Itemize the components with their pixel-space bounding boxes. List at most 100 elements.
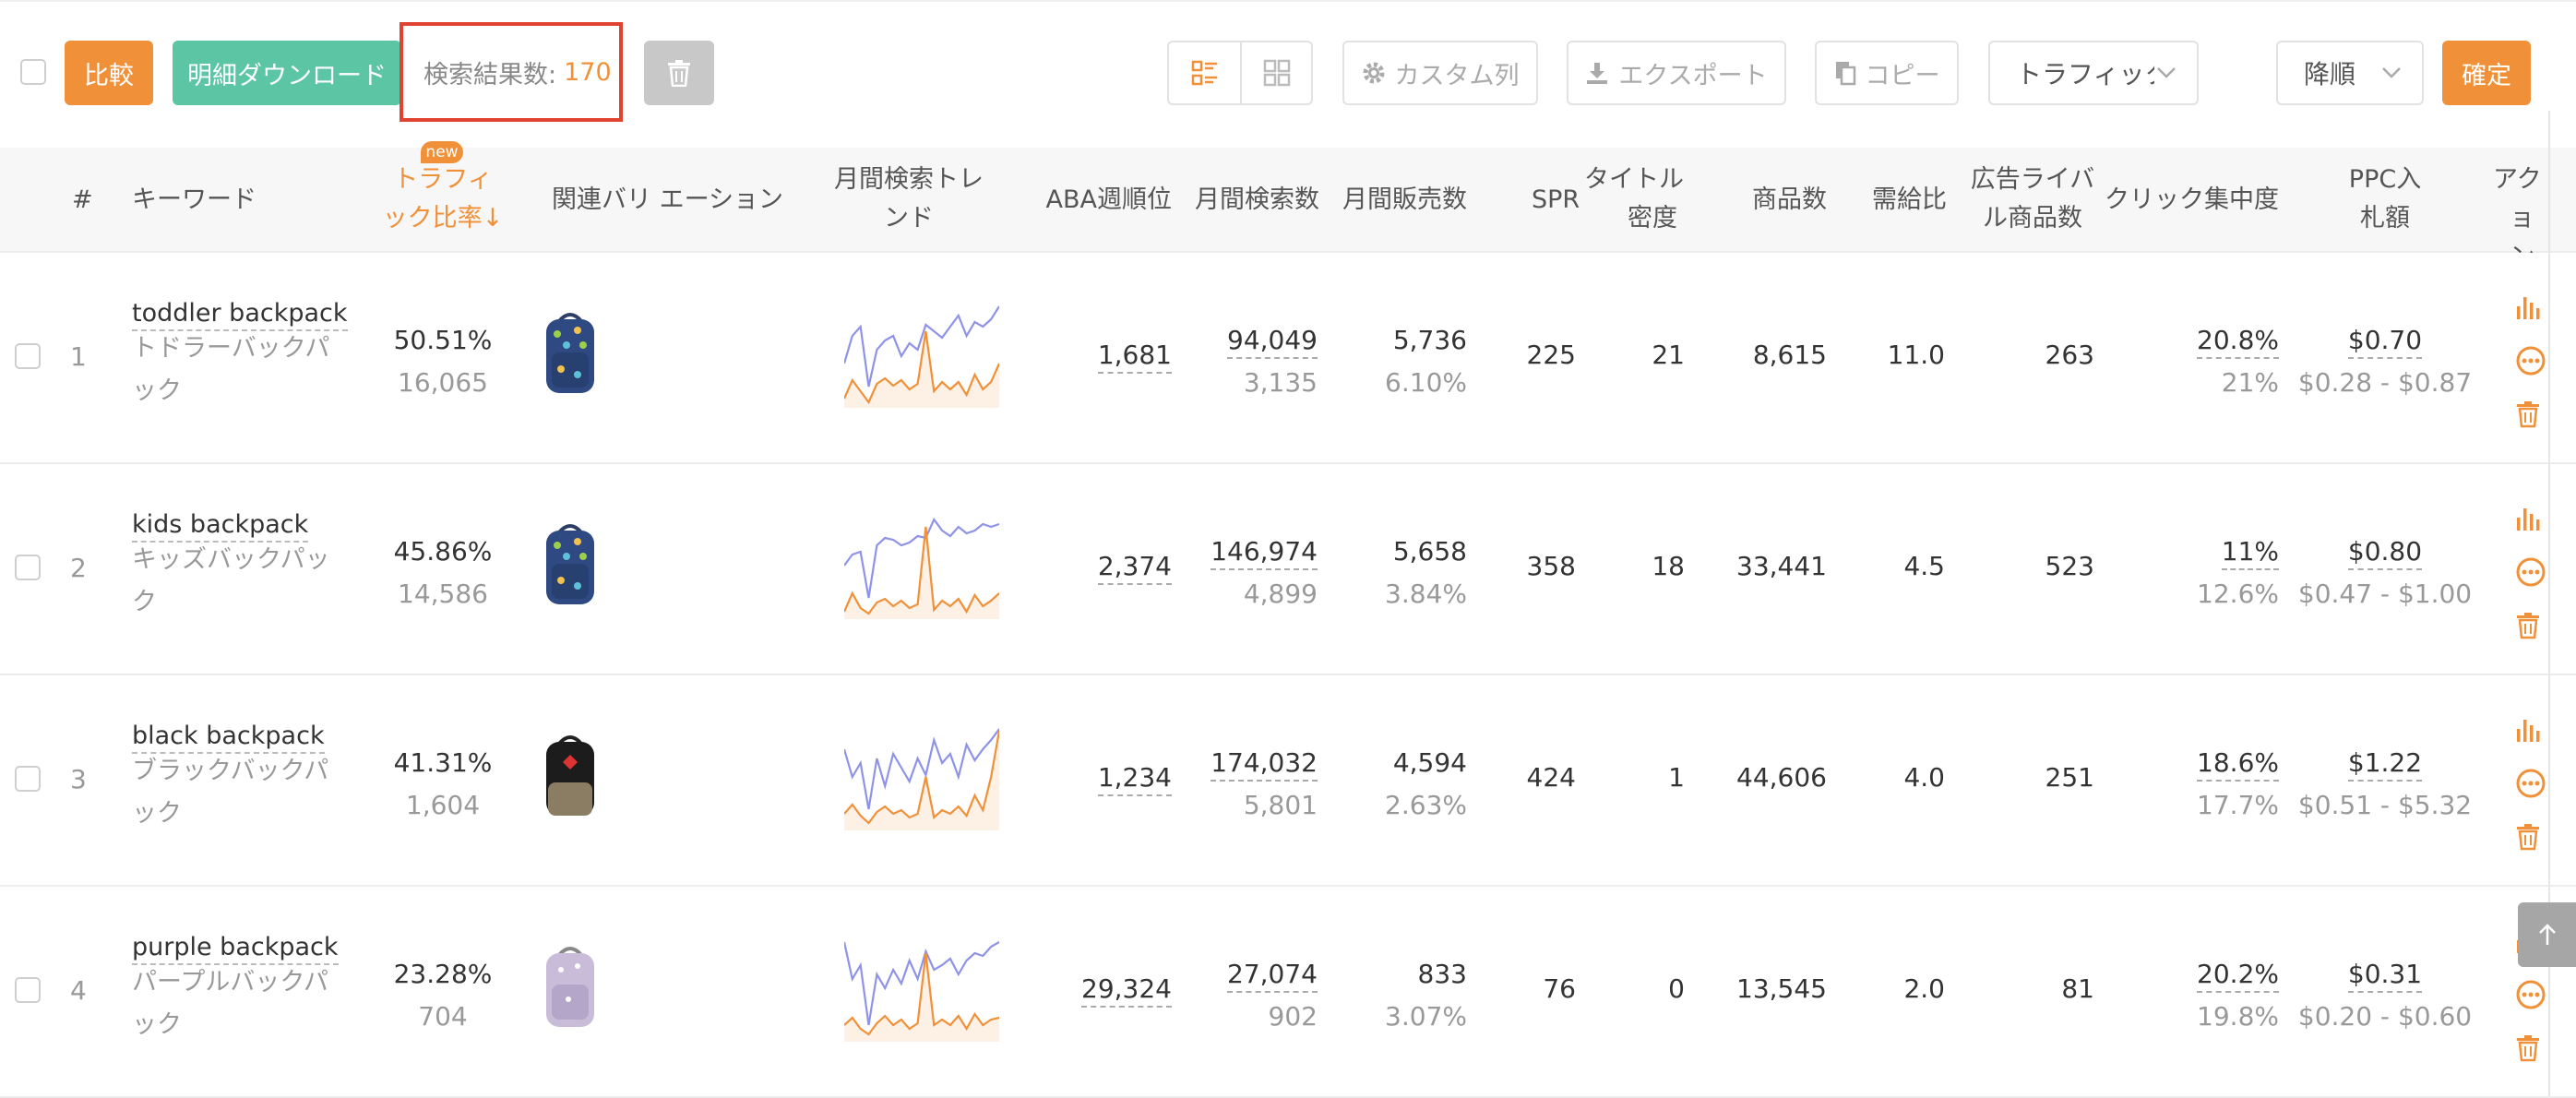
monthly-search-cell: 94,049 3,135 [1181,319,1318,404]
header-spr[interactable]: SPR [1532,181,1580,220]
more-icon[interactable] [2515,979,2546,1010]
click-concentration-value[interactable]: 11% [2221,536,2279,570]
traffic-ratio-value: 41.31% [393,747,493,778]
aba-rank-link[interactable]: 29,324 [1081,973,1172,1008]
product-count-value: 8,615 [1752,340,1827,370]
monthly-search-value[interactable]: 174,032 [1210,747,1318,782]
sort-field-select[interactable]: トラフィック比 [1988,41,2199,105]
monthly-sales-value: 833 [1417,959,1467,989]
header-product-count[interactable]: 商品数 [1735,181,1827,220]
keyword-cell: black backpack ブラックバックパック [132,720,353,835]
header-ppc-line1: PPC入 [2348,165,2422,194]
header-traffic-ratio[interactable]: トラフィ ック比率↓ [378,161,507,238]
table-row[interactable]: 1 toddler backpack トドラーバックパック 50.51% 16,… [0,253,2576,464]
keyword-en-link[interactable]: purple backpack [132,933,339,965]
supply-demand-value: 11.0 [1887,340,1945,370]
ppc-value[interactable]: $0.70 [2347,325,2423,359]
ppc-cell: $1.22 $0.51 - $5.32 [2288,742,2482,827]
trash-icon[interactable] [2515,1034,2541,1062]
traffic-ratio-sub: 16,065 [398,367,488,398]
export-button[interactable]: エクスポート [1567,41,1786,105]
keyword-jp: ブラックバックパック [132,757,329,828]
keyword-en-link[interactable]: black backpack [132,722,325,754]
custom-columns-button[interactable]: カスタム列 [1342,41,1538,105]
select-all-checkbox[interactable] [20,59,46,85]
row-checkbox[interactable] [15,343,41,369]
product-thumbnail[interactable] [541,731,600,819]
click-concentration-value[interactable]: 20.2% [2197,959,2279,993]
copy-button[interactable]: コピー [1815,41,1959,105]
traffic-ratio-value: 23.28% [393,959,493,989]
dinosaur-backpack-image [546,524,594,604]
table-row[interactable]: 3 black backpack ブラックバックパック 41.31% 1,604… [0,675,2576,887]
click-concentration-value[interactable]: 20.8% [2197,325,2279,359]
header-ppc-line2: 札額 [2360,204,2410,233]
aba-rank-link[interactable]: 1,234 [1097,762,1172,796]
header-aba-rank[interactable]: ABA週順位 [1033,181,1172,220]
copy-icon [1835,62,1855,86]
header-click-concentration[interactable]: クリック集中度 [2104,181,2279,220]
custom-columns-label: カスタム列 [1394,61,1520,90]
trash-icon[interactable] [2515,612,2541,639]
monthly-search-value[interactable]: 27,074 [1227,959,1318,993]
bar-chart-icon[interactable] [2515,293,2545,321]
header-ad-rivals[interactable]: 広告ライバ ル商品数 [1963,161,2102,238]
header-trend-line2: ンド [884,204,934,233]
more-icon[interactable] [2515,768,2546,799]
aba-rank-link[interactable]: 2,374 [1097,551,1172,585]
download-details-button[interactable]: 明細ダウンロード [173,41,401,105]
aba-rank-link[interactable]: 1,681 [1097,340,1172,374]
ad-rivals-value: 523 [2045,551,2094,581]
trash-icon[interactable] [2515,400,2541,428]
more-icon[interactable] [2515,345,2546,376]
ppc-value[interactable]: $0.31 [2347,959,2423,993]
header-monthly-sales[interactable]: 月間販売数 [1329,181,1467,220]
keyword-jp: トドラーバックパック [132,334,330,405]
spr-value: 358 [1526,551,1576,581]
sort-order-select[interactable]: 降順 [2276,41,2424,105]
delete-button[interactable] [644,41,714,105]
header-supply-demand[interactable]: 需給比 [1845,181,1947,220]
bar-chart-icon[interactable] [2515,505,2545,532]
ppc-value[interactable]: $1.22 [2347,747,2423,782]
row-checkbox[interactable] [15,977,41,1003]
header-monthly-search[interactable]: 月間検索数 [1181,181,1319,220]
export-label: エクスポート [1618,61,1768,90]
row-checkbox[interactable] [15,766,41,792]
list-view-button[interactable] [1169,42,1240,103]
aba-rank-value: 1,234 [1033,762,1172,796]
ppc-value[interactable]: $0.80 [2347,536,2423,570]
grid-view-button[interactable] [1240,42,1311,103]
more-icon[interactable] [2515,556,2546,588]
row-actions [2515,293,2546,452]
ad-rivals-value: 81 [2061,973,2094,1004]
click-concentration-cell: 18.6% 17.7% [2122,742,2279,827]
keyword-en-link[interactable]: kids backpack [132,510,309,543]
row-number: 3 [70,764,87,794]
monthly-search-value[interactable]: 146,974 [1210,536,1318,570]
keyword-en-link[interactable]: toddler backpack [132,299,348,331]
compare-button[interactable]: 比較 [65,41,153,105]
click-concentration-cell: 20.2% 19.8% [2122,953,2279,1038]
product-thumbnail[interactable] [541,308,600,397]
monthly-search-cell: 27,074 902 [1181,953,1318,1038]
trash-icon[interactable] [2515,823,2541,851]
header-title-density[interactable]: タイトル 密度 [1574,161,1694,238]
arrow-up-icon [2538,924,2556,945]
table-row[interactable]: 2 kids backpack キッズバックパック 45.86% 14,586 … [0,464,2576,675]
header-ppc[interactable]: PPC入 札額 [2325,161,2445,238]
bar-chart-icon[interactable] [2515,716,2545,744]
click-concentration-value[interactable]: 18.6% [2197,747,2279,782]
confirm-button[interactable]: 確定 [2442,41,2531,105]
scroll-to-top-button[interactable] [2518,902,2576,967]
table-row[interactable]: 4 purple backpack パープルバックパック 23.28% 704 … [0,887,2576,1098]
aba-rank-value: 1,681 [1033,340,1172,374]
traffic-ratio-cell: 23.28% 704 [378,953,507,1038]
monthly-search-value[interactable]: 94,049 [1227,325,1318,359]
row-checkbox[interactable] [15,555,41,580]
aba-rank-value: 2,374 [1033,551,1172,585]
toolbar: 比較 明細ダウンロード 検索結果数: 170 カスタム列 エクスポート コピー … [0,0,2576,148]
monthly-sales-cell: 5,658 3.84% [1329,531,1467,615]
product-thumbnail[interactable] [541,519,600,608]
product-thumbnail[interactable] [541,942,600,1031]
